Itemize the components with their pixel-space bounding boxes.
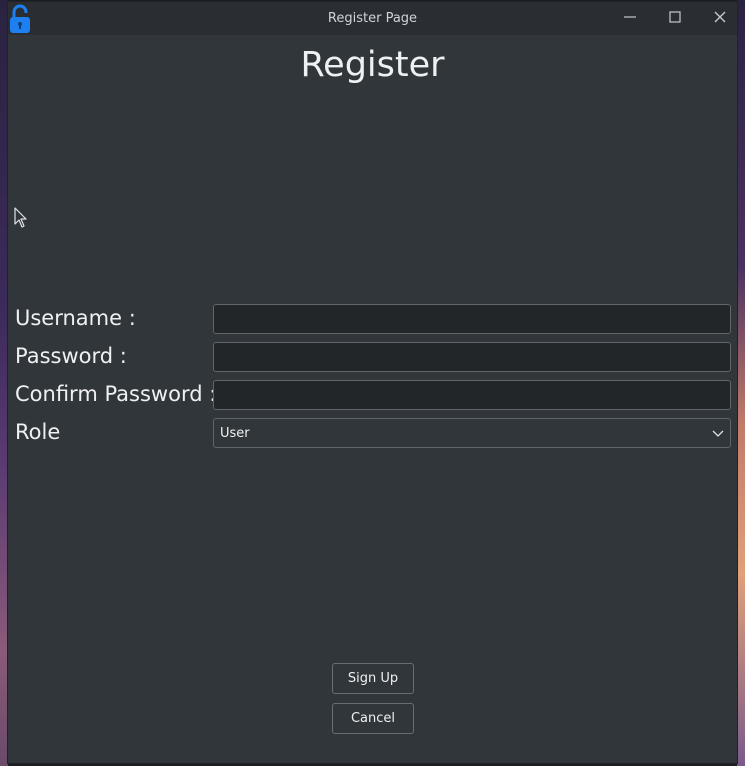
minimize-button[interactable] bbox=[619, 7, 641, 29]
minimize-icon bbox=[623, 9, 637, 28]
close-button[interactable] bbox=[709, 7, 731, 29]
confirm-password-label: Confirm Password : bbox=[15, 382, 217, 406]
register-window: Register Page Register Username: Passwo… bbox=[7, 1, 738, 764]
password-label: Password : bbox=[15, 344, 127, 368]
form-area: Register Username : Password : Confirm P… bbox=[8, 35, 737, 763]
confirm-password-input[interactable] bbox=[213, 380, 731, 410]
password-input[interactable] bbox=[213, 342, 731, 372]
page-heading: Register bbox=[300, 45, 445, 85]
role-label: Role bbox=[15, 420, 61, 444]
mouse-pointer-icon bbox=[14, 207, 28, 229]
maximize-button[interactable] bbox=[664, 7, 686, 29]
title-bar[interactable]: Register Page bbox=[8, 2, 737, 35]
cancel-button[interactable]: Cancel bbox=[332, 703, 414, 734]
role-selected-value: User bbox=[220, 425, 250, 441]
role-select[interactable]: User bbox=[213, 418, 731, 448]
maximize-icon bbox=[668, 9, 682, 28]
username-input[interactable] bbox=[213, 304, 731, 334]
chevron-down-icon bbox=[712, 427, 724, 439]
sign-up-button[interactable]: Sign Up bbox=[332, 663, 414, 694]
close-icon bbox=[713, 9, 727, 28]
desktop-wallpaper-right bbox=[737, 0, 745, 766]
username-label: Username : bbox=[15, 306, 136, 330]
